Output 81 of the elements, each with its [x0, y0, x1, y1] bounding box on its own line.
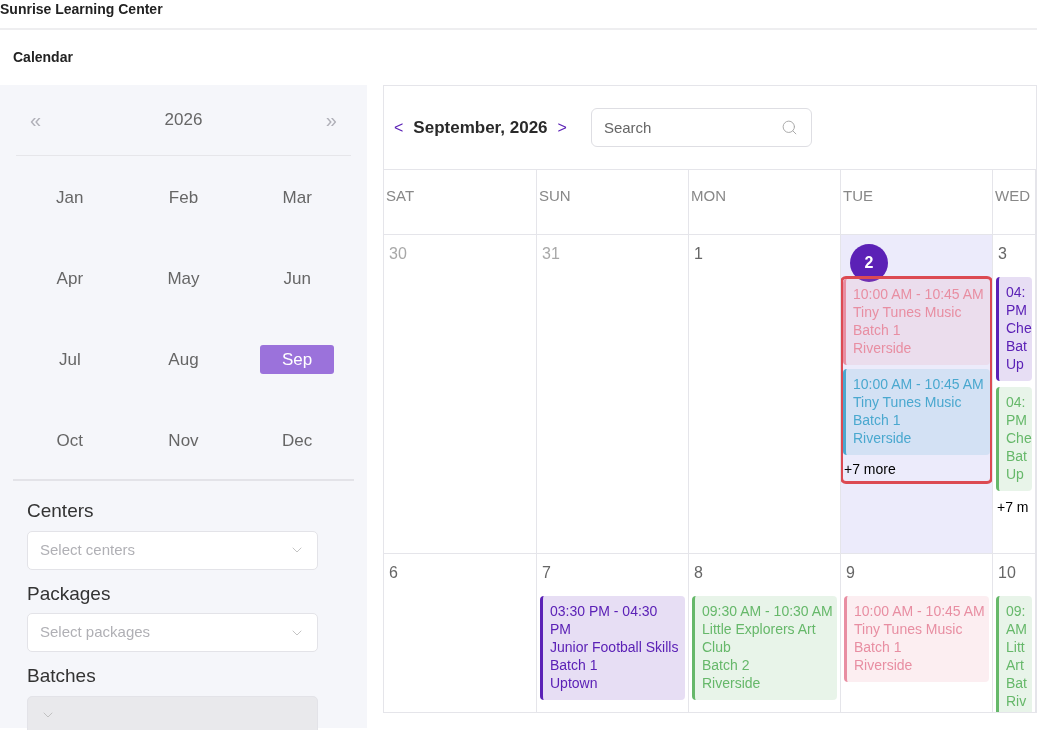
event-text: Litt — [1006, 638, 1025, 656]
event-card[interactable]: 04: PM Che Bat Up — [996, 277, 1032, 381]
month-button[interactable]: Dec — [260, 426, 335, 455]
filter-label: Centers — [27, 499, 95, 523]
event-text: Batch 1 — [853, 411, 901, 429]
event-text: Tiny Tunes Music — [854, 620, 963, 638]
event-text: Up — [1006, 355, 1024, 373]
event-text: 09: — [1006, 602, 1026, 620]
event-text: 10:00 AM - 10:45 AM — [853, 285, 984, 303]
month-button[interactable]: May — [146, 264, 221, 293]
day-cell[interactable]: 9 10:00 AM - 10:45 AM Tiny Tunes Music Batch 1 Riverside — [841, 554, 993, 712]
event-text: Art — [1006, 656, 1024, 674]
event-text: 03:30 PM - 04:30 PM — [550, 602, 659, 638]
month-button[interactable]: Aug — [146, 345, 221, 374]
search-field[interactable]: Search — [590, 108, 812, 147]
filter-label: Packages — [27, 581, 112, 606]
event-text: Riverside — [702, 674, 761, 692]
event-text: Little Explorers Art Club — [702, 620, 817, 656]
event-text: Up — [1006, 465, 1024, 483]
event-text: AM — [1006, 620, 1027, 638]
page-title: Calendar — [13, 48, 73, 67]
day-number[interactable]: 7 — [541, 564, 551, 581]
day-number[interactable]: 6 — [388, 564, 398, 581]
event-text: Uptown — [550, 674, 598, 692]
weekday-header: MON — [691, 187, 726, 204]
month-button[interactable]: Sep — [260, 345, 335, 374]
weekday-header: WED — [995, 187, 1030, 204]
event-text: 10:00 AM - 10:45 AM — [853, 375, 984, 393]
weekday-header: TUE — [843, 187, 873, 204]
event-text: Riverside — [854, 656, 913, 674]
month-button[interactable]: Jun — [260, 264, 335, 293]
day-number[interactable]: 3 — [997, 245, 1007, 262]
select-placeholder: Select packages — [40, 622, 151, 643]
select-placeholder: Select centers — [40, 539, 136, 560]
day-number[interactable]: 1 — [693, 245, 703, 262]
day-cell[interactable]: 10 09: AM Litt Art Bat Riv — [993, 554, 1036, 712]
day-number[interactable]: 8 — [693, 564, 703, 581]
event-text: Bat — [1006, 447, 1027, 465]
event-text: 04: — [1006, 393, 1026, 411]
event-text: Bat — [1006, 674, 1027, 692]
event-text: Riv — [1006, 692, 1027, 710]
event-text: PM — [1006, 301, 1027, 319]
month-button[interactable]: Jan — [32, 183, 107, 212]
event-text: Tiny Tunes Music — [853, 393, 962, 411]
more-link[interactable]: +7 m — [996, 497, 1032, 519]
search-icon — [780, 119, 798, 136]
month-button[interactable]: Jul — [32, 345, 107, 374]
day-number[interactable]: 10 — [997, 564, 1016, 581]
event-text: 04: — [1006, 283, 1026, 301]
month-button[interactable]: Nov — [146, 426, 221, 455]
event-text: Junior Football Skills — [550, 638, 679, 656]
event-text: 10:00 AM - 10:45 AM — [854, 602, 985, 620]
event-text: PM — [1006, 411, 1027, 429]
more-link[interactable]: +7 more — [843, 459, 990, 481]
month-button[interactable]: Mar — [260, 183, 335, 212]
event-text: Batch 1 — [853, 321, 901, 339]
day-cell[interactable]: 7 03:30 PM - 04:30 PM Junior Football Skills Batch 1 Uptown — [537, 554, 689, 712]
app-title: Sunrise Learning Center — [0, 0, 163, 18]
event-text: 09:30 AM - 10:30 AM — [702, 602, 833, 620]
day-cell[interactable]: 2 10:00 AM - 10:45 AM Tiny Tunes Music Batch 1 Riverside 10:00 AM - 10:45 AM Tiny Tunes Music Batch 1 Riverside +7 more — [841, 235, 993, 553]
year-label: 2026 — [164, 109, 203, 132]
filter-label: Batches — [27, 664, 97, 688]
month-title: September, 2026 — [413, 116, 548, 139]
next-month-button[interactable]: > — [557, 115, 567, 140]
event-text: Batch 1 — [550, 656, 598, 674]
event-text: Tiny Tunes Music — [853, 303, 962, 321]
day-cell[interactable]: 8 09:30 AM - 10:30 AM Little Explorers Art Club Batch 2 Riverside — [689, 554, 841, 712]
event-card[interactable]: 03:30 PM - 04:30 PM Junior Football Skills Batch 1 Uptown — [540, 596, 685, 700]
day-cell[interactable]: 3 04: PM Che Bat Up 04: PM Che Bat Up +7 m — [993, 235, 1036, 553]
month-button[interactable]: Apr — [32, 264, 107, 293]
event-text: Riverside — [853, 429, 912, 447]
event-text: Bat — [1006, 337, 1027, 355]
weekday-header: SAT — [386, 187, 415, 204]
weekday-header: SUN — [539, 187, 571, 204]
event-text: Riverside — [853, 339, 912, 357]
previous-month-button[interactable]: < — [394, 115, 404, 140]
month-button[interactable]: Feb — [146, 183, 221, 212]
day-number[interactable]: 9 — [845, 564, 855, 581]
month-button[interactable]: Oct — [32, 426, 107, 455]
event-text: Batch 1 — [854, 638, 902, 656]
event-text: Batch 2 — [702, 656, 750, 674]
